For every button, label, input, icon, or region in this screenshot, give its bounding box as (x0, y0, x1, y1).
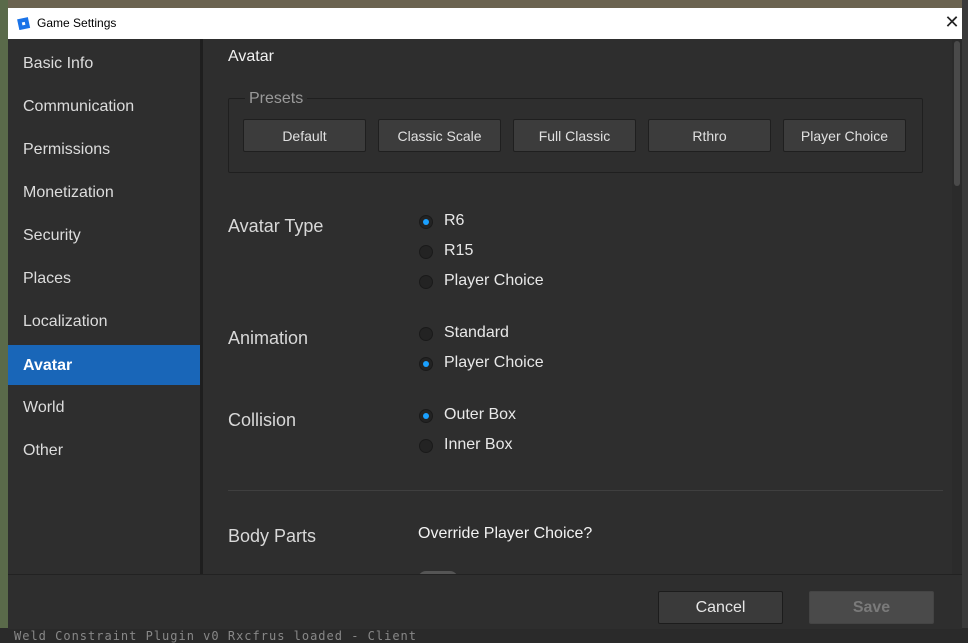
presets-legend: Presets (245, 90, 308, 108)
sidebar-item-label: World (23, 399, 65, 416)
sidebar-item-places[interactable]: Places (8, 258, 200, 298)
sidebar-item-label: Permissions (23, 141, 111, 158)
radio-label: R6 (444, 212, 465, 229)
sidebar-item-label: Avatar (23, 357, 73, 374)
sidebar-item-basic-info[interactable]: Basic Info (8, 43, 200, 83)
background-viewport-left (0, 0, 8, 643)
radio-label: Outer Box (444, 406, 517, 423)
preset-rthro-button[interactable]: Rthro (648, 119, 771, 152)
preset-classic-scale-button[interactable]: Classic Scale (378, 119, 501, 152)
radio-unselected-icon (419, 245, 433, 259)
radio-label: Player Choice (444, 354, 544, 371)
radio-label: Inner Box (444, 436, 513, 453)
dialog-footer: Cancel Save (8, 574, 962, 629)
radio-selected-icon (419, 409, 433, 423)
preset-default-button[interactable]: Default (243, 119, 366, 152)
radio-unselected-icon (419, 275, 433, 289)
sidebar-item-label: Basic Info (23, 55, 94, 72)
sidebar-nav: Basic Info Communication Permissions Mon… (8, 39, 200, 574)
sidebar-item-monetization[interactable]: Monetization (8, 172, 200, 212)
animation-label: Animation (228, 328, 309, 348)
save-button[interactable]: Save (809, 591, 934, 624)
radio-unselected-icon (419, 327, 433, 341)
preset-full-classic-button[interactable]: Full Classic (513, 119, 636, 152)
console-line: Weld Constraint Plugin v0 Rxcfrus loaded… (14, 629, 418, 643)
radio-label: Player Choice (444, 272, 544, 289)
close-icon[interactable]: ✕ (942, 13, 962, 33)
sidebar-item-label: Communication (23, 98, 135, 115)
window-title: Game Settings (37, 16, 117, 30)
settings-content: Avatar Presets Default Classic Scale Ful… (203, 39, 943, 574)
sidebar-item-localization[interactable]: Localization (8, 301, 200, 341)
roblox-studio-logo-icon (17, 17, 31, 30)
override-player-choice-label: Override Player Choice? (418, 525, 593, 542)
game-settings-dialog: Game Settings ✕ Basic Info Communication… (8, 8, 962, 629)
sidebar-item-other[interactable]: Other (8, 430, 200, 470)
background-output-console: Weld Constraint Plugin v0 Rxcfrus loaded… (0, 628, 968, 643)
avatar-type-label: Avatar Type (228, 216, 324, 236)
body-parts-label: Body Parts (228, 526, 317, 546)
sidebar-item-world[interactable]: World (8, 387, 200, 427)
sidebar-item-label: Other (23, 442, 64, 459)
sidebar-item-label: Localization (23, 313, 108, 330)
sidebar-item-label: Places (23, 270, 72, 287)
radio-selected-icon (419, 215, 433, 229)
content-scrollbar[interactable] (952, 39, 962, 574)
background-viewport-right (962, 0, 968, 643)
sidebar-item-communication[interactable]: Communication (8, 86, 200, 126)
sidebar-item-label: Security (23, 227, 81, 244)
background-viewport-top (0, 0, 968, 8)
radio-label: Standard (444, 324, 509, 341)
section-divider (228, 490, 943, 491)
page-title: Avatar (228, 48, 274, 65)
scrollbar-thumb[interactable] (954, 41, 960, 186)
sidebar-item-label: Monetization (23, 184, 114, 201)
radio-selected-icon (419, 357, 433, 371)
sidebar-item-security[interactable]: Security (8, 215, 200, 255)
cancel-button[interactable]: Cancel (658, 591, 783, 624)
collision-label: Collision (228, 410, 297, 430)
title-bar[interactable]: Game Settings ✕ (8, 8, 962, 39)
sidebar-item-avatar[interactable]: Avatar (8, 345, 200, 385)
radio-unselected-icon (419, 439, 433, 453)
preset-player-choice-button[interactable]: Player Choice (783, 119, 906, 152)
radio-label: R15 (444, 242, 474, 259)
sidebar-item-permissions[interactable]: Permissions (8, 129, 200, 169)
